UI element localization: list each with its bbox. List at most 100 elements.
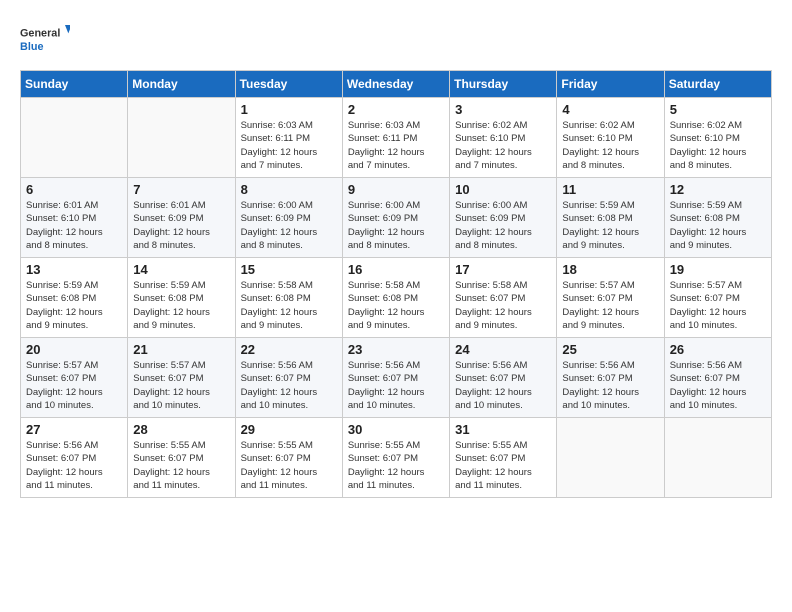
day-number: 2 [348, 102, 444, 117]
calendar-week-3: 13Sunrise: 5:59 AMSunset: 6:08 PMDayligh… [21, 258, 772, 338]
day-number: 4 [562, 102, 658, 117]
day-info: Sunrise: 5:58 AMSunset: 6:07 PMDaylight:… [455, 279, 551, 332]
day-number: 19 [670, 262, 766, 277]
day-number: 22 [241, 342, 337, 357]
day-number: 23 [348, 342, 444, 357]
day-info: Sunrise: 6:00 AMSunset: 6:09 PMDaylight:… [348, 199, 444, 252]
day-info: Sunrise: 5:55 AMSunset: 6:07 PMDaylight:… [241, 439, 337, 492]
day-info: Sunrise: 6:03 AMSunset: 6:11 PMDaylight:… [241, 119, 337, 172]
calendar-cell: 6 Sunrise: 6:01 AMSunset: 6:10 PMDaylight… [21, 178, 128, 258]
calendar-cell: 2Sunrise: 6:03 AMSunset: 6:11 PMDaylight… [342, 98, 449, 178]
day-number: 1 [241, 102, 337, 117]
calendar-cell: 17 Sunrise: 5:58 AMSunset: 6:07 PMDayligh… [450, 258, 557, 338]
day-number: 10 [455, 182, 551, 197]
day-number: 29 [241, 422, 337, 437]
day-info: Sunrise: 6:00 AMSunset: 6:09 PMDaylight:… [455, 199, 551, 252]
svg-text:General: General [20, 28, 60, 40]
day-number: 21 [133, 342, 229, 357]
calendar-week-4: 20 Sunrise: 5:57 AMSunset: 6:07 PMDayligh… [21, 338, 772, 418]
day-info: Sunrise: 6:01 AMSunset: 6:09 PMDaylight:… [133, 199, 229, 252]
day-info: Sunrise: 5:55 AMSunset: 6:07 PMDaylight:… [133, 439, 229, 492]
day-header-friday: Friday [557, 71, 664, 98]
day-number: 3 [455, 102, 551, 117]
calendar-cell: 1 Sunrise: 6:03 AMSunset: 6:11 PMDaylight… [235, 98, 342, 178]
day-number: 7 [133, 182, 229, 197]
day-number: 26 [670, 342, 766, 357]
calendar-cell: 8Sunrise: 6:00 AMSunset: 6:09 PMDaylight… [235, 178, 342, 258]
day-number: 18 [562, 262, 658, 277]
day-number: 27 [26, 422, 122, 437]
calendar-cell: 16 Sunrise: 5:58 AMSunset: 6:08 PMDayligh… [342, 258, 449, 338]
calendar-week-2: 6 Sunrise: 6:01 AMSunset: 6:10 PMDaylight… [21, 178, 772, 258]
calendar-cell [128, 98, 235, 178]
calendar-cell [21, 98, 128, 178]
calendar-cell: 31 Sunrise: 5:55 AMSunset: 6:07 PMDayligh… [450, 418, 557, 498]
calendar-cell: 18 Sunrise: 5:57 AMSunset: 6:07 PMDayligh… [557, 258, 664, 338]
calendar-table: SundayMondayTuesdayWednesdayThursdayFrid… [20, 70, 772, 498]
calendar-cell: 4 Sunrise: 6:02 AMSunset: 6:10 PMDaylight… [557, 98, 664, 178]
calendar-cell: 3Sunrise: 6:02 AMSunset: 6:10 PMDaylight… [450, 98, 557, 178]
day-header-monday: Monday [128, 71, 235, 98]
day-info: Sunrise: 5:57 AMSunset: 6:07 PMDaylight:… [133, 359, 229, 412]
calendar-cell: 11 Sunrise: 5:59 AMSunset: 6:08 PMDayligh… [557, 178, 664, 258]
day-info: Sunrise: 5:59 AMSunset: 6:08 PMDaylight:… [133, 279, 229, 332]
day-number: 12 [670, 182, 766, 197]
calendar-cell: 22 Sunrise: 5:56 AMSunset: 6:07 PMDayligh… [235, 338, 342, 418]
calendar-cell: 29 Sunrise: 5:55 AMSunset: 6:07 PMDayligh… [235, 418, 342, 498]
logo-svg: General Blue [20, 20, 70, 60]
day-info: Sunrise: 5:57 AMSunset: 6:07 PMDaylight:… [562, 279, 658, 332]
calendar-cell: 10 Sunrise: 6:00 AMSunset: 6:09 PMDayligh… [450, 178, 557, 258]
calendar-cell: 14 Sunrise: 5:59 AMSunset: 6:08 PMDayligh… [128, 258, 235, 338]
calendar-cell: 7 Sunrise: 6:01 AMSunset: 6:09 PMDaylight… [128, 178, 235, 258]
calendar-cell: 13Sunrise: 5:59 AMSunset: 6:08 PMDayligh… [21, 258, 128, 338]
day-number: 6 [26, 182, 122, 197]
day-number: 5 [670, 102, 766, 117]
calendar-cell: 19 Sunrise: 5:57 AMSunset: 6:07 PMDayligh… [664, 258, 771, 338]
calendar-header-row: SundayMondayTuesdayWednesdayThursdayFrid… [21, 71, 772, 98]
calendar-cell: 26Sunrise: 5:56 AMSunset: 6:07 PMDayligh… [664, 338, 771, 418]
day-number: 15 [241, 262, 337, 277]
day-info: Sunrise: 5:55 AMSunset: 6:07 PMDaylight:… [455, 439, 551, 492]
day-info: Sunrise: 5:57 AMSunset: 6:07 PMDaylight:… [670, 279, 766, 332]
calendar-cell: 23Sunrise: 5:56 AMSunset: 6:07 PMDayligh… [342, 338, 449, 418]
day-number: 8 [241, 182, 337, 197]
calendar-cell: 27 Sunrise: 5:56 AMSunset: 6:07 PMDayligh… [21, 418, 128, 498]
day-info: Sunrise: 5:59 AMSunset: 6:08 PMDaylight:… [670, 199, 766, 252]
day-number: 11 [562, 182, 658, 197]
day-number: 14 [133, 262, 229, 277]
calendar-cell: 12 Sunrise: 5:59 AMSunset: 6:08 PMDayligh… [664, 178, 771, 258]
day-info: Sunrise: 5:58 AMSunset: 6:08 PMDaylight:… [241, 279, 337, 332]
calendar-cell [664, 418, 771, 498]
calendar-cell [557, 418, 664, 498]
day-number: 31 [455, 422, 551, 437]
page-header: General Blue [20, 20, 772, 60]
day-number: 20 [26, 342, 122, 357]
day-info: Sunrise: 5:56 AMSunset: 6:07 PMDaylight:… [241, 359, 337, 412]
day-info: Sunrise: 5:59 AMSunset: 6:08 PMDaylight:… [26, 279, 122, 332]
day-info: Sunrise: 5:58 AMSunset: 6:08 PMDaylight:… [348, 279, 444, 332]
day-number: 30 [348, 422, 444, 437]
day-info: Sunrise: 5:56 AMSunset: 6:07 PMDaylight:… [562, 359, 658, 412]
day-info: Sunrise: 5:56 AMSunset: 6:07 PMDaylight:… [455, 359, 551, 412]
day-number: 17 [455, 262, 551, 277]
calendar-cell: 21 Sunrise: 5:57 AMSunset: 6:07 PMDayligh… [128, 338, 235, 418]
day-info: Sunrise: 5:57 AMSunset: 6:07 PMDaylight:… [26, 359, 122, 412]
day-header-sunday: Sunday [21, 71, 128, 98]
day-info: Sunrise: 5:56 AMSunset: 6:07 PMDaylight:… [26, 439, 122, 492]
calendar-week-1: 1 Sunrise: 6:03 AMSunset: 6:11 PMDaylight… [21, 98, 772, 178]
calendar-cell: 25 Sunrise: 5:56 AMSunset: 6:07 PMDayligh… [557, 338, 664, 418]
day-info: Sunrise: 6:01 AMSunset: 6:10 PMDaylight:… [26, 199, 122, 252]
day-header-saturday: Saturday [664, 71, 771, 98]
day-number: 25 [562, 342, 658, 357]
day-info: Sunrise: 5:59 AMSunset: 6:08 PMDaylight:… [562, 199, 658, 252]
day-number: 9 [348, 182, 444, 197]
calendar-body: 1 Sunrise: 6:03 AMSunset: 6:11 PMDaylight… [21, 98, 772, 498]
day-info: Sunrise: 5:55 AMSunset: 6:07 PMDaylight:… [348, 439, 444, 492]
day-header-thursday: Thursday [450, 71, 557, 98]
calendar-cell: 24 Sunrise: 5:56 AMSunset: 6:07 PMDayligh… [450, 338, 557, 418]
day-info: Sunrise: 6:02 AMSunset: 6:10 PMDaylight:… [562, 119, 658, 172]
day-number: 16 [348, 262, 444, 277]
day-number: 24 [455, 342, 551, 357]
day-info: Sunrise: 6:02 AMSunset: 6:10 PMDaylight:… [670, 119, 766, 172]
day-header-tuesday: Tuesday [235, 71, 342, 98]
